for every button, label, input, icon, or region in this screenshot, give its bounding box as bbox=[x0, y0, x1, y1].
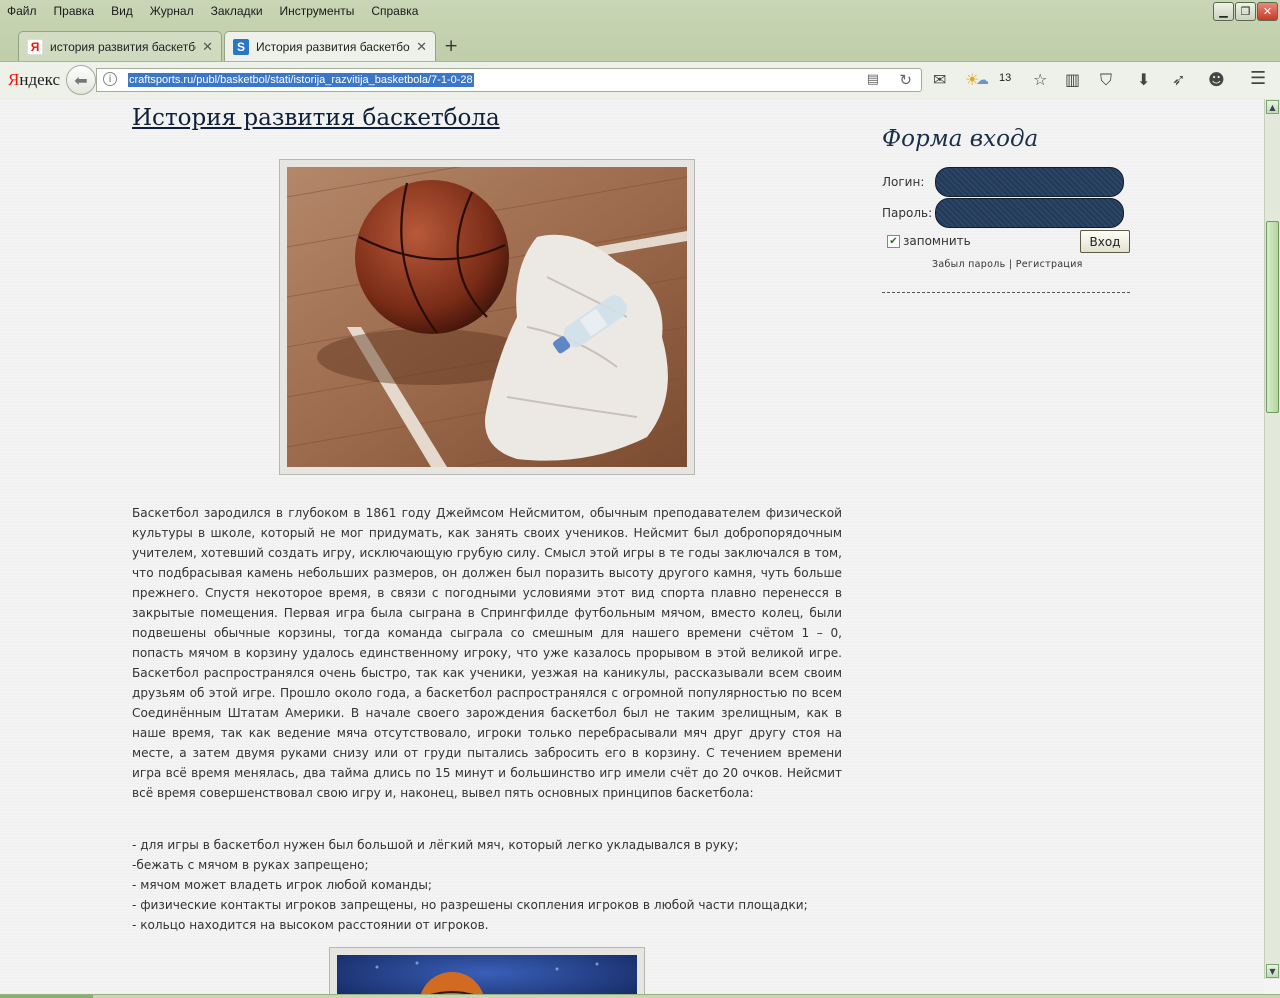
link-separator: | bbox=[1008, 259, 1013, 270]
logo-rest: ндекс bbox=[19, 70, 61, 89]
password-input[interactable] bbox=[935, 198, 1124, 228]
login-form-title: Форма входа bbox=[882, 126, 1039, 152]
remember-label: запомнить bbox=[903, 234, 971, 248]
principle-item: - физические контакты игроков запрещены,… bbox=[132, 898, 808, 912]
login-divider bbox=[882, 292, 1130, 293]
second-photo-image bbox=[337, 955, 637, 994]
principles-list: - для игры в баскетбол нужен был большой… bbox=[132, 835, 842, 935]
login-label: Логин: bbox=[882, 175, 925, 189]
page-viewport: История развития баскетбола Баскетбол за… bbox=[0, 99, 1264, 994]
url-text[interactable]: craftsports.ru/publ/basketbol/stati/isto… bbox=[128, 73, 474, 87]
send-icon[interactable]: ➶ bbox=[1172, 70, 1185, 89]
scroll-thumb[interactable] bbox=[1266, 221, 1279, 413]
scroll-up-arrow-icon[interactable]: ▲ bbox=[1266, 100, 1279, 114]
register-link[interactable]: Регистрация bbox=[1016, 259, 1083, 270]
second-basketball-photo bbox=[329, 947, 645, 994]
menu-view[interactable]: Вид bbox=[108, 3, 136, 19]
hamburger-menu-icon[interactable]: ☰ bbox=[1250, 68, 1266, 89]
mail-icon[interactable]: ✉ bbox=[933, 70, 946, 89]
login-input[interactable] bbox=[935, 167, 1124, 197]
navigation-bar: Яндекс ⬅ i craftsports.ru/publ/basketbol… bbox=[0, 61, 1280, 99]
status-bar bbox=[0, 994, 1280, 998]
cloud-icon: ☁ bbox=[976, 73, 989, 88]
principle-item: - для игры в баскетбол нужен был большой… bbox=[132, 838, 739, 852]
login-links: Забыл пароль | Регистрация bbox=[932, 259, 1083, 270]
tab-yandex-search[interactable]: Я история развития баскетбо... ✕ bbox=[18, 31, 222, 61]
article-body-text: Баскетбол зародился в глубоком в 1861 го… bbox=[132, 506, 842, 800]
remember-checkbox[interactable]: ✔ bbox=[887, 234, 900, 248]
new-tab-button[interactable]: + bbox=[444, 36, 458, 56]
menu-file[interactable]: Файл bbox=[4, 3, 40, 19]
menu-edit[interactable]: Правка bbox=[51, 3, 98, 19]
bookmarks-list-icon[interactable]: ▥ bbox=[1065, 70, 1080, 89]
close-window-button[interactable]: ✕ bbox=[1257, 2, 1278, 21]
close-tab-icon[interactable]: ✕ bbox=[202, 39, 213, 55]
logo-first-letter: Я bbox=[8, 70, 20, 89]
browser-chrome: Файл Правка Вид Журнал Закладки Инструме… bbox=[0, 0, 1280, 99]
close-tab-icon[interactable]: ✕ bbox=[416, 39, 427, 55]
feedback-face-icon[interactable]: ☻ bbox=[1208, 70, 1225, 89]
article-title-link[interactable]: История развития баскетбола bbox=[132, 105, 500, 131]
basketball-photo-image bbox=[287, 167, 687, 467]
menu-history[interactable]: Журнал bbox=[147, 3, 197, 19]
info-icon[interactable]: i bbox=[103, 72, 117, 86]
address-bar[interactable]: i craftsports.ru/publ/basketbol/stati/is… bbox=[96, 68, 922, 92]
menu-help[interactable]: Справка bbox=[368, 3, 421, 19]
menu-tools[interactable]: Инструменты bbox=[277, 3, 358, 19]
vertical-scrollbar[interactable]: ▲ ▼ bbox=[1264, 99, 1280, 979]
principle-item: -бежать с мячом в руках запрещено; bbox=[132, 858, 369, 872]
login-submit-button[interactable]: Вход bbox=[1080, 230, 1130, 253]
window-controls: ▁ ❐ ✕ bbox=[1213, 2, 1278, 21]
minimize-button[interactable]: ▁ bbox=[1213, 2, 1234, 21]
tab-title: История развития баскетбо... bbox=[256, 39, 411, 54]
menu-bookmarks[interactable]: Закладки bbox=[208, 3, 266, 19]
forgot-password-link[interactable]: Забыл пароль bbox=[932, 259, 1006, 270]
principle-item: - кольцо находится на высоком расстоянии… bbox=[132, 918, 489, 932]
remember-me[interactable]: ✔ запомнить bbox=[887, 234, 971, 248]
download-icon[interactable]: ⬇ bbox=[1137, 70, 1150, 89]
tab-craftsports-article[interactable]: S История развития баскетбо... ✕ bbox=[224, 31, 436, 61]
back-button[interactable]: ⬅ bbox=[66, 65, 96, 95]
principle-item: - мячом может владеть игрок любой команд… bbox=[132, 878, 432, 892]
tab-strip: Я история развития баскетбо... ✕ S Истор… bbox=[0, 28, 1280, 61]
weather-temperature: 13 bbox=[999, 72, 1012, 84]
yandex-logo[interactable]: Яндекс bbox=[8, 70, 60, 90]
pocket-icon[interactable]: ⛉ bbox=[1100, 70, 1112, 90]
menu-bar: Файл Правка Вид Журнал Закладки Инструме… bbox=[0, 0, 1200, 22]
arrow-left-icon: ⬅ bbox=[74, 70, 88, 90]
scroll-down-arrow-icon[interactable]: ▼ bbox=[1266, 964, 1279, 978]
restore-button[interactable]: ❐ bbox=[1235, 2, 1256, 21]
yandex-icon: Я bbox=[27, 38, 43, 55]
password-label: Пароль: bbox=[882, 206, 933, 220]
basketball-photo bbox=[279, 159, 695, 475]
tab-title: история развития баскетбо... bbox=[50, 39, 197, 54]
s-site-icon: S bbox=[233, 38, 249, 55]
reader-view-icon[interactable]: ▤ bbox=[867, 72, 879, 87]
bookmark-star-icon[interactable]: ☆ bbox=[1033, 70, 1047, 89]
reload-icon[interactable]: ↻ bbox=[899, 71, 912, 89]
